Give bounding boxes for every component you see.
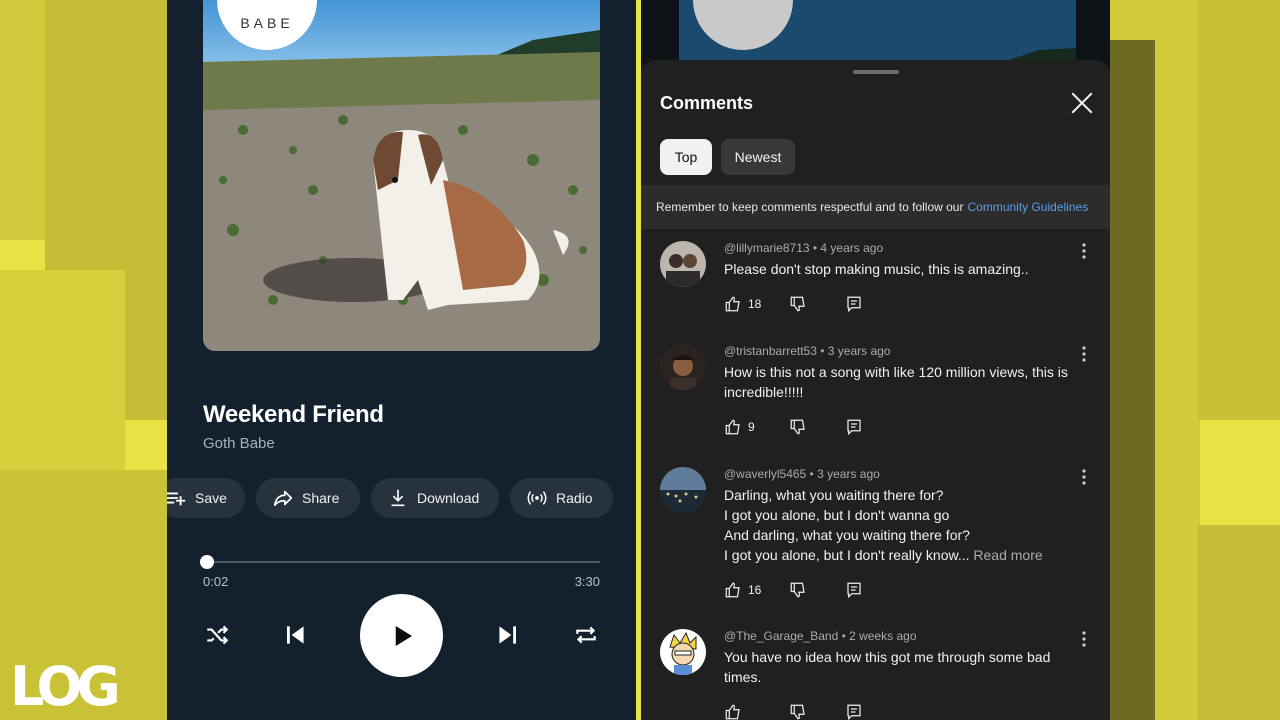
comment-menu-button[interactable]: [1077, 241, 1091, 261]
dislike-icon[interactable]: [789, 703, 807, 720]
close-button[interactable]: [1069, 90, 1095, 116]
play-icon: [395, 625, 412, 646]
song-title: Weekend Friend: [203, 401, 384, 428]
backdrop-block: [1110, 40, 1155, 720]
shuffle-icon: [207, 625, 229, 645]
more-vert-icon: [1082, 346, 1086, 362]
community-guidelines-link[interactable]: Community Guidelines: [967, 200, 1088, 214]
comments-sheet: Comments Top Newest Remember to keep com…: [641, 60, 1110, 720]
share-label: Share: [302, 490, 340, 506]
close-icon: [1071, 92, 1093, 114]
comment-author[interactable]: @waverlyl5465 • 3 years ago: [724, 467, 880, 481]
elapsed-time: 0:02: [203, 574, 229, 589]
download-button[interactable]: Download: [371, 478, 499, 518]
progress-thumb[interactable]: [200, 555, 214, 569]
shuffle-button[interactable]: [202, 620, 232, 650]
share-button[interactable]: Share: [256, 478, 360, 518]
backdrop-block: [1198, 525, 1280, 720]
avatar[interactable]: [660, 241, 706, 287]
comment-author[interactable]: @tristanbarrett53 • 3 years ago: [724, 344, 890, 358]
comment-line-last: I got you alone, but I don't really know…: [724, 545, 1074, 565]
comment-author[interactable]: @lillymarie8713 • 4 years ago: [724, 241, 883, 255]
download-label: Download: [417, 490, 480, 506]
guidelines-banner: Remember to keep comments respectful and…: [641, 185, 1110, 229]
comment-author[interactable]: @The_Garage_Band • 2 weeks ago: [724, 629, 917, 643]
comment-line: I got you alone, but I don't wanna go: [724, 507, 950, 523]
download-icon: [391, 489, 405, 507]
reply-icon[interactable]: [845, 703, 863, 720]
comment-actions: 9: [724, 417, 861, 437]
avatar[interactable]: [660, 467, 706, 513]
album-badge-text: BABE: [240, 15, 293, 31]
skip-next-icon: [499, 626, 516, 644]
comment-text: How is this not a song with like 120 mil…: [724, 364, 1068, 400]
more-vert-icon: [1082, 243, 1086, 259]
backdrop-block: [0, 270, 125, 470]
skip-previous-icon: [287, 626, 304, 644]
comment-line: And darling, what you waiting there for?: [724, 527, 970, 543]
avatar[interactable]: [660, 629, 706, 675]
comment-menu-button[interactable]: [1077, 629, 1091, 649]
repeat-icon: [576, 626, 596, 644]
comment-line: I got you alone, but I don't really know…: [724, 547, 970, 563]
playlist-add-icon: [167, 492, 186, 506]
guidelines-text: Remember to keep comments respectful and…: [656, 200, 964, 214]
backdrop-block: [1198, 0, 1280, 420]
comment-line: Darling, what you waiting there for?: [724, 487, 944, 503]
comment-text: Please don't stop making music, this is …: [724, 261, 1029, 277]
repeat-button[interactable]: [571, 620, 601, 650]
artist-name[interactable]: Goth Babe: [203, 435, 275, 452]
play-button[interactable]: [360, 594, 443, 677]
radio-icon: [527, 491, 547, 505]
like-icon[interactable]: [724, 295, 742, 313]
like-count: 9: [748, 420, 755, 434]
comment-menu-button[interactable]: [1077, 467, 1091, 487]
comment-actions: [724, 702, 861, 720]
reply-icon[interactable]: [845, 418, 863, 436]
filter-newest-chip[interactable]: Newest: [721, 139, 795, 175]
comment-actions: 16: [724, 580, 861, 600]
log-watermark-logo: LOG: [10, 655, 121, 718]
dislike-icon[interactable]: [789, 295, 807, 313]
filter-top-chip[interactable]: Top: [660, 139, 712, 175]
save-label: Save: [195, 490, 227, 506]
like-count: 18: [748, 297, 762, 311]
previous-button[interactable]: [281, 620, 311, 650]
save-button[interactable]: Save: [167, 478, 245, 518]
share-icon: [273, 490, 293, 507]
like-icon[interactable]: [724, 418, 742, 436]
comment-text: You have no idea how this got me through…: [724, 649, 1051, 685]
total-time: 3:30: [574, 574, 600, 589]
comments-screen: Comments Top Newest Remember to keep com…: [641, 0, 1110, 720]
more-vert-icon: [1082, 631, 1086, 647]
album-art: BABE: [203, 0, 600, 351]
next-button[interactable]: [492, 620, 522, 650]
more-vert-icon: [1082, 469, 1086, 485]
sheet-title: Comments: [660, 93, 754, 113]
progress-bar[interactable]: [206, 561, 600, 563]
like-icon[interactable]: [724, 703, 742, 720]
logo-text: LOG: [10, 655, 121, 718]
avatar[interactable]: [660, 344, 706, 390]
like-icon[interactable]: [724, 581, 742, 599]
like-count: 16: [748, 583, 762, 597]
dislike-icon[interactable]: [789, 418, 807, 436]
dislike-icon[interactable]: [789, 581, 807, 599]
now-playing-screen: BABE Weekend Friend Goth Babe Save Share…: [167, 0, 636, 720]
radio-label: Radio: [556, 490, 593, 506]
reply-icon[interactable]: [845, 581, 863, 599]
reply-icon[interactable]: [845, 295, 863, 313]
radio-button[interactable]: Radio: [510, 478, 613, 518]
read-more-link[interactable]: Read more: [973, 547, 1042, 563]
comment-actions: 18: [724, 294, 861, 314]
drag-handle[interactable]: [853, 70, 899, 74]
comment-text: Darling, what you waiting there for? I g…: [724, 485, 1074, 565]
comment-menu-button[interactable]: [1077, 344, 1091, 364]
